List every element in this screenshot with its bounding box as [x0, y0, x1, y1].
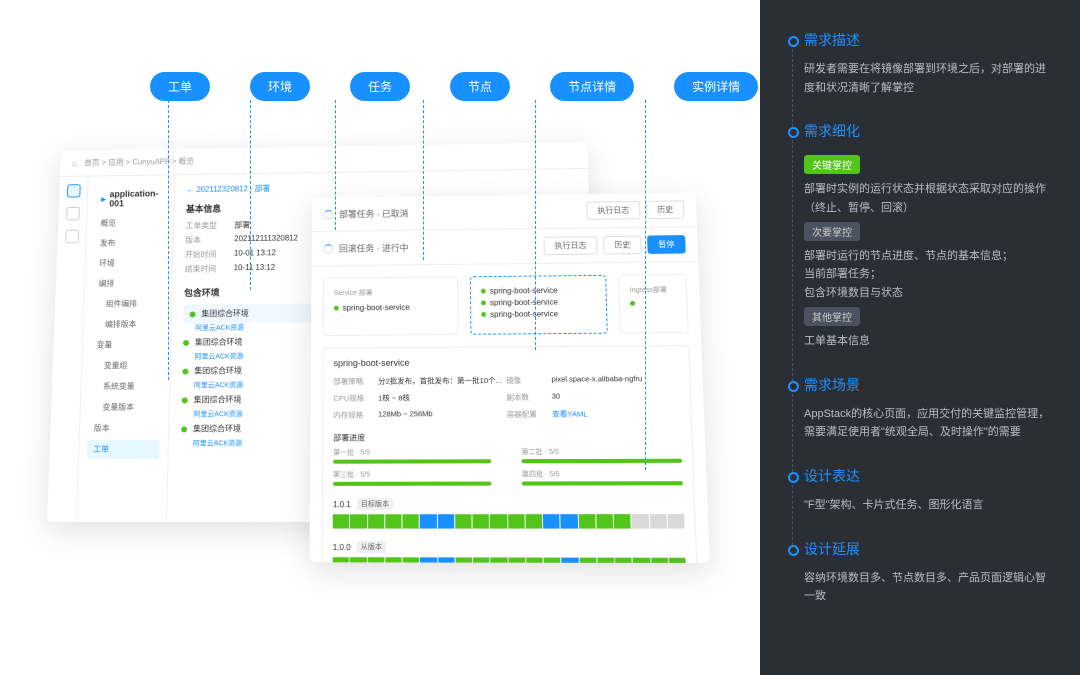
connector-6: [645, 100, 646, 470]
nav-var-group[interactable]: 变量组: [90, 356, 162, 375]
tag-row: 工单 环境 任务 节点 节点详情 实例详情: [150, 72, 758, 101]
btn-history[interactable]: 历史: [646, 200, 685, 219]
spinner-icon: [324, 209, 334, 219]
connector-1: [168, 100, 169, 380]
connector-3: [335, 100, 336, 230]
nav-order[interactable]: 工单: [87, 440, 160, 459]
nav-env[interactable]: 环境: [93, 254, 164, 273]
btn-log2[interactable]: 执行日志: [543, 236, 597, 255]
task-card-ingress[interactable]: Ingress部署: [618, 274, 689, 334]
connector-2: [250, 100, 251, 290]
sidebar-icon-2[interactable]: [66, 207, 80, 220]
batch-2: 第二批 · 5/5: [521, 446, 682, 463]
task-window: 部署任务 · 已取消 执行日志 历史 回滚任务 · 进行中 执行日志 历史 暂停…: [309, 192, 709, 562]
nav-publish[interactable]: 发布: [94, 233, 165, 252]
breadcrumb-text: 首页 > 应用 > CunyuAPP > 概览: [84, 156, 194, 168]
nav-orch-version[interactable]: 编排版本: [91, 315, 163, 334]
design-expression: 设计表达 "F型"架构、卡片式任务、图形化语言: [784, 466, 1056, 539]
task-card-service[interactable]: Service 部署 spring-boot-service: [323, 276, 459, 336]
req-description: 需求描述 研发者需要在将镜像部署到环境之后，对部署的进度和状况清晰了解掌控: [784, 30, 1056, 121]
btn-history2[interactable]: 历史: [603, 236, 642, 255]
connector-4: [423, 100, 424, 260]
nav-orchestration[interactable]: 编排: [92, 274, 164, 293]
detail-title: spring-boot-service: [334, 356, 679, 368]
nav-sys-var[interactable]: 系统变量: [89, 377, 162, 396]
batch-3: 第三批 · 5/5: [333, 469, 491, 486]
version-target: 1.0.1目标版本: [333, 498, 685, 529]
status-dot-icon: [190, 311, 196, 317]
sidebar-icon-1[interactable]: [66, 184, 80, 197]
nav-var-version[interactable]: 变量版本: [88, 398, 161, 417]
nav-version[interactable]: 版本: [88, 419, 161, 438]
tag-node: 节点: [450, 72, 510, 101]
app-title: ▸ application-001: [95, 183, 166, 214]
badge-key: 关键掌控: [804, 155, 860, 174]
nav-panel: ▸ application-001 概览 发布 环境 编排 组件编排 编排版本 …: [77, 175, 175, 520]
task-title-running: 回滚任务 · 进行中: [323, 241, 408, 254]
home-icon: ⌂: [72, 159, 77, 168]
connector-5: [535, 100, 536, 350]
tag-instance-detail: 实例详情: [674, 72, 758, 101]
requirements-panel: 需求描述 研发者需要在将镜像部署到环境之后，对部署的进度和状况清晰了解掌控 需求…: [760, 0, 1080, 675]
page-sub: ← 202112320812 - 部署: [186, 179, 576, 195]
batch-4: 第四批 · 5/5: [522, 469, 683, 486]
req-scenario: 需求场景 AppStack的核心页面，应用交付的关键监控管理，需要满足使用者"统…: [784, 375, 1056, 466]
req-refinement: 需求细化 关键掌控 部署时实例的运行状态并根据状态采取对应的操作（终止、暂停、回…: [784, 121, 1056, 374]
task-title-cancelled: 部署任务 · 已取消: [324, 207, 409, 220]
btn-log[interactable]: 执行日志: [586, 201, 640, 220]
yaml-link[interactable]: 查看YAML: [552, 408, 588, 419]
task-card-highlighted[interactable]: spring-boot-service spring-boot-service …: [470, 275, 608, 335]
btn-pause[interactable]: 暂停: [647, 235, 686, 254]
tag-node-detail: 节点详情: [550, 72, 634, 101]
spinner-icon: [323, 244, 333, 254]
design-extension: 设计延展 容纳环境数目多、节点数目多、产品页面逻辑心智一致: [784, 539, 1056, 630]
batch-1: 第一批 · 5/5: [333, 447, 491, 464]
tag-task: 任务: [350, 72, 410, 101]
badge-other: 其他掌控: [804, 307, 860, 326]
progress-title: 部署进度: [333, 431, 681, 443]
nav-overview[interactable]: 概览: [94, 213, 165, 232]
nav-variable[interactable]: 变量: [90, 335, 162, 354]
version-from: 1.0.0从版本: [333, 541, 686, 563]
badge-secondary: 次要掌控: [804, 222, 860, 241]
sidebar-icon-3[interactable]: [65, 230, 79, 244]
tag-order: 工单: [150, 72, 210, 101]
tag-env: 环境: [250, 72, 310, 101]
screenshot-stage: ⌂ 首页 > 应用 > CunyuAPP > 概览 ▸ application-…: [50, 140, 700, 570]
detail-panel: spring-boot-service 部署策略分2批发布，首批发布：第一批10…: [321, 345, 698, 563]
nav-component-orch[interactable]: 组件编排: [92, 294, 164, 313]
